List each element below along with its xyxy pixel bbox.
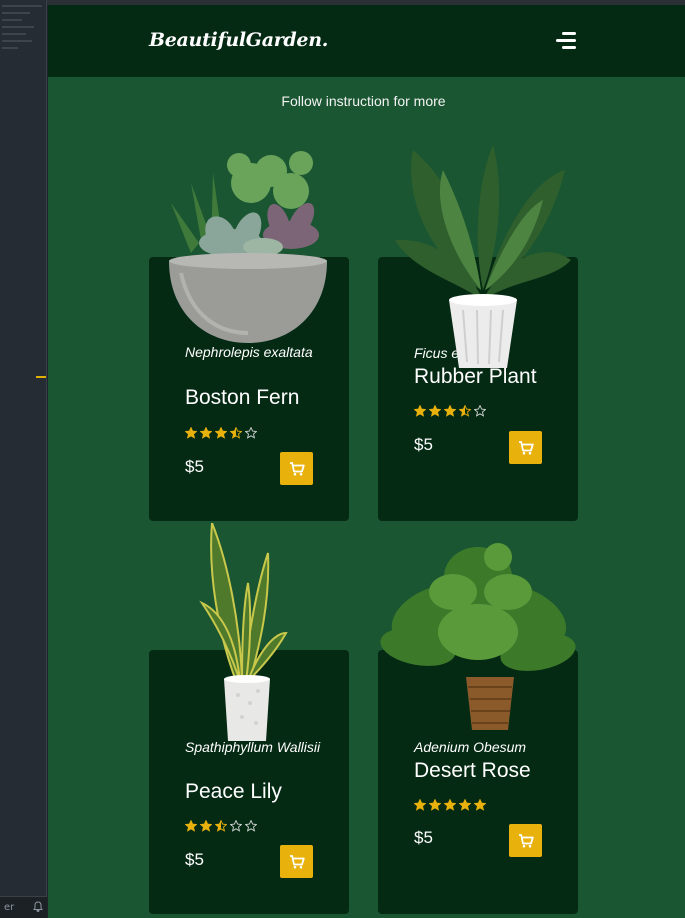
rating-stars	[185, 427, 257, 439]
product-price: $5	[414, 435, 433, 454]
star-full-icon	[200, 820, 212, 832]
star-empty-icon	[474, 405, 486, 417]
star-full-icon	[444, 405, 456, 417]
star-full-icon	[215, 427, 227, 439]
site-header: BeautifulGarden.	[48, 5, 685, 77]
star-full-icon	[185, 427, 197, 439]
star-full-icon	[429, 405, 441, 417]
cart-icon	[289, 854, 305, 868]
status-bar: er	[0, 896, 47, 918]
cart-icon	[289, 461, 305, 475]
bell-icon[interactable]	[33, 900, 43, 915]
star-empty-icon	[245, 427, 257, 439]
rubber-plant-image	[395, 145, 571, 368]
star-half-icon	[459, 405, 471, 417]
cart-icon	[518, 440, 534, 454]
star-empty-icon	[230, 820, 242, 832]
product-name: Desert Rose	[414, 759, 531, 782]
basket-plant-image	[380, 543, 576, 730]
star-full-icon	[444, 799, 456, 811]
product-price: $5	[185, 457, 204, 476]
add-to-cart-button[interactable]	[509, 824, 542, 857]
star-full-icon	[414, 799, 426, 811]
star-full-icon	[414, 405, 426, 417]
product-latin-name: Adenium Obesum	[414, 739, 527, 755]
product-name: Boston Fern	[185, 386, 300, 409]
succulent-bowl-image	[169, 151, 327, 343]
add-to-cart-button[interactable]	[280, 452, 313, 485]
status-text: er	[4, 902, 15, 913]
editor-side-panel: er	[0, 0, 47, 918]
garden-site: BeautifulGarden. Follow instruction for …	[48, 5, 685, 918]
scroll-marker	[36, 376, 46, 378]
star-full-icon	[459, 799, 471, 811]
star-full-icon	[474, 799, 486, 811]
menu-icon[interactable]	[552, 31, 576, 51]
rating-stars	[414, 405, 486, 417]
rating-stars	[414, 799, 486, 811]
star-half-icon	[215, 820, 227, 832]
add-to-cart-button[interactable]	[280, 845, 313, 878]
rating-stars	[185, 820, 257, 832]
star-full-icon	[200, 427, 212, 439]
product-name: Peace Lily	[185, 780, 282, 803]
site-logo[interactable]: BeautifulGarden.	[149, 29, 328, 51]
page-subtitle: Follow instruction for more	[281, 93, 446, 109]
product-price: $5	[185, 850, 204, 869]
code-minimap	[2, 0, 42, 54]
product-latin-name: Nephrolepis exaltata	[185, 344, 313, 360]
snake-plant-image	[199, 523, 288, 741]
add-to-cart-button[interactable]	[509, 431, 542, 464]
star-half-icon	[230, 427, 242, 439]
cart-icon	[518, 833, 534, 847]
star-full-icon	[185, 820, 197, 832]
star-empty-icon	[245, 820, 257, 832]
product-price: $5	[414, 828, 433, 847]
star-full-icon	[429, 799, 441, 811]
